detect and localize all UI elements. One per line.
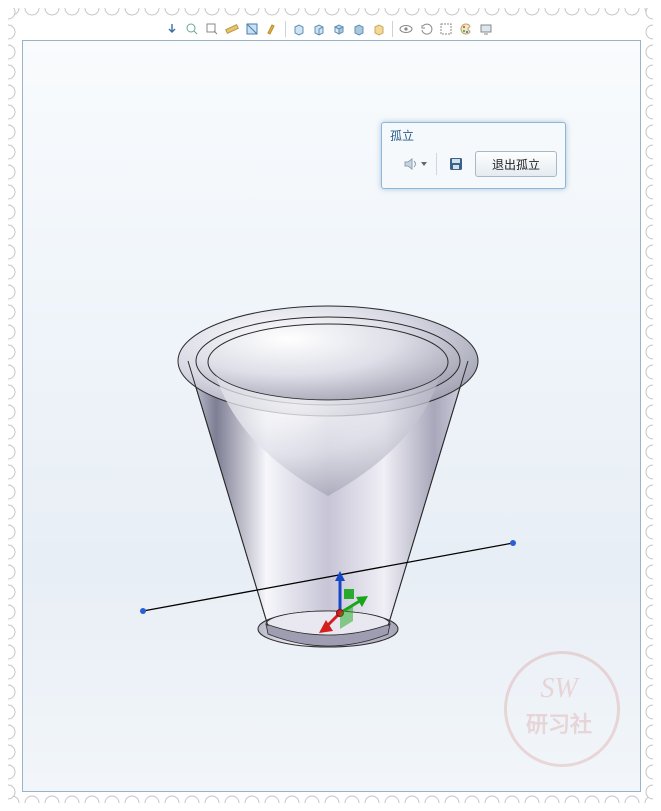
eye-icon[interactable] [397,20,415,38]
arrow-down-icon[interactable] [163,20,181,38]
separator [392,21,393,37]
cube-shade-icon[interactable] [350,20,368,38]
zoom-fit-icon[interactable] [183,20,201,38]
frame: SW 研习社 孤立 退出孤立 [8,8,653,803]
separator [285,21,286,37]
origin-triad[interactable] [318,571,378,641]
zoom-area-icon[interactable] [203,20,221,38]
cube-front-icon[interactable] [290,20,308,38]
cube-dd-icon[interactable] [310,20,328,38]
isolate-panel: 孤立 退出孤立 [381,122,566,189]
speaker-dropdown-button[interactable] [390,150,432,178]
select-icon[interactable] [437,20,455,38]
ruler-icon[interactable] [223,20,241,38]
separator [436,153,437,175]
isolate-panel-title: 孤立 [382,123,565,146]
view-toolbar [163,18,495,40]
section-icon[interactable] [243,20,261,38]
chisel-icon[interactable] [263,20,281,38]
monitor-icon[interactable] [477,20,495,38]
cube-color-icon[interactable] [370,20,388,38]
exit-isolate-button[interactable]: 退出孤立 [475,151,557,177]
cube-iso-icon[interactable] [330,20,348,38]
save-icon-button[interactable] [441,150,471,178]
exit-isolate-label: 退出孤立 [492,156,540,173]
palette-icon[interactable] [457,20,475,38]
refresh-icon[interactable] [417,20,435,38]
